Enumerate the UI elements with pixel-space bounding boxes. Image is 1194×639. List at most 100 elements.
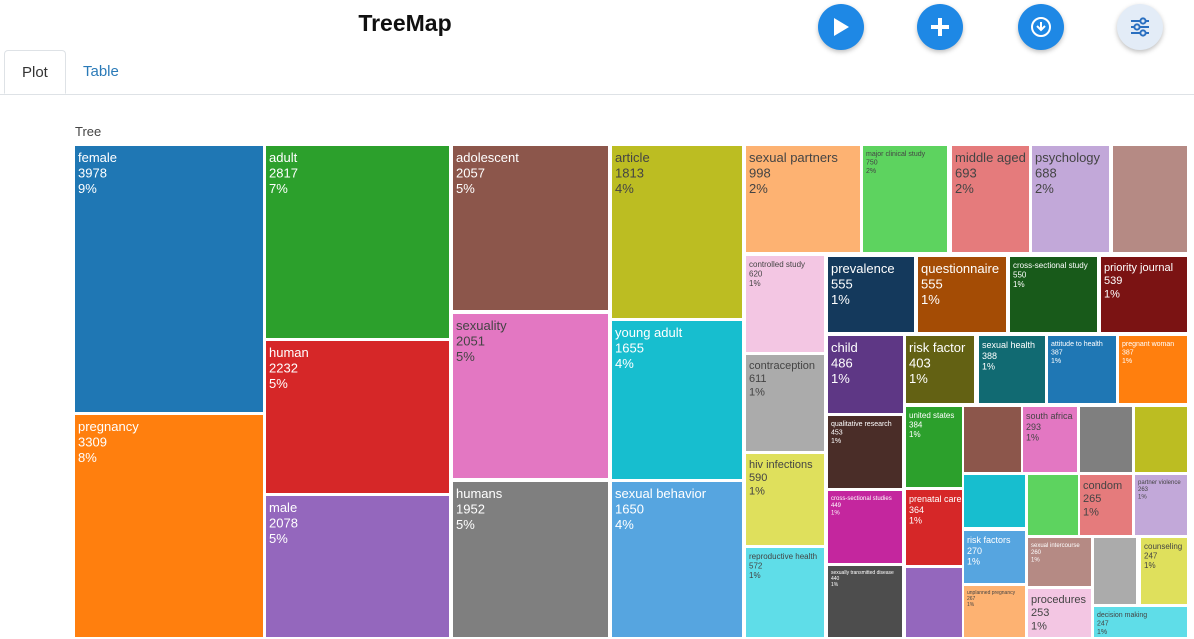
- treemap-tile-unlabeled[interactable]: [964, 475, 1025, 527]
- treemap-tile-percent: 1%: [967, 557, 980, 567]
- treemap-tile-controlled-study[interactable]: controlled study6201%: [746, 256, 824, 352]
- treemap-tile-label: sexuality: [456, 318, 507, 333]
- treemap-tile-rect: [964, 407, 1021, 472]
- treemap-tile-young-adult[interactable]: young adult16554%: [612, 321, 742, 479]
- treemap-tile-label: female: [78, 150, 117, 165]
- treemap-tile-human[interactable]: human22325%: [266, 341, 449, 493]
- treemap-tile-rect: [906, 568, 962, 637]
- treemap-tile-sexual-partners[interactable]: sexual partners9982%: [746, 146, 860, 252]
- treemap-tile-middle-aged[interactable]: middle aged6932%: [952, 146, 1029, 252]
- treemap-tile-cross-sectional-study[interactable]: cross-sectional study5501%: [1010, 257, 1097, 332]
- treemap-tile-value: 2078: [269, 516, 298, 531]
- treemap-tile-value: 3309: [78, 435, 107, 450]
- treemap-tile-sexually-transmitted-disease[interactable]: sexually transmitted disease4401%: [828, 566, 902, 637]
- treemap-tile-value: 590: [749, 472, 767, 484]
- treemap-tile-united-states[interactable]: united states3841%: [906, 407, 962, 487]
- treemap-tile-label: counseling: [1144, 542, 1182, 551]
- treemap-tile-rect: [75, 146, 263, 412]
- treemap-tile-value: 449: [831, 503, 842, 509]
- treemap-tile-rect: [1113, 146, 1187, 252]
- treemap-tile-percent: 1%: [909, 430, 921, 439]
- treemap-tile-label: sexually transmitted disease: [831, 570, 894, 576]
- treemap-tile-percent: 1%: [1083, 506, 1099, 518]
- treemap-tile-risk-factor[interactable]: risk factor4031%: [906, 336, 974, 403]
- treemap-tile-value: 2051: [456, 334, 485, 349]
- treemap-tile-label: partner violence: [1138, 480, 1181, 486]
- treemap-tile-unplanned-pregnancy[interactable]: unplanned pregnancy2671%: [964, 586, 1025, 637]
- treemap-tile-unlabeled[interactable]: [964, 407, 1021, 472]
- treemap-tile-percent: 1%: [749, 279, 761, 288]
- treemap-tile-sexuality[interactable]: sexuality20515%: [453, 314, 608, 478]
- treemap-tile-label: prevalence: [831, 261, 895, 276]
- treemap-tile-pregnancy[interactable]: pregnancy33098%: [75, 415, 263, 637]
- treemap-tile-sexual-intercourse[interactable]: sexual intercourse2601%: [1028, 538, 1091, 586]
- treemap-tile-label: contraception: [749, 360, 815, 372]
- treemap-tile-unlabeled[interactable]: [1113, 146, 1187, 252]
- treemap-tile-label: young adult: [615, 325, 683, 340]
- treemap-tile-unlabeled[interactable]: [1135, 407, 1187, 472]
- treemap-tile-percent: 1%: [831, 371, 850, 386]
- treemap-tile-sexual-health[interactable]: sexual health3881%: [979, 336, 1045, 403]
- treemap-tile-value: 364: [909, 505, 924, 515]
- treemap-tile-value: 260: [1031, 550, 1042, 556]
- treemap-tile-article[interactable]: article18134%: [612, 146, 742, 318]
- treemap-tile-label: cross-sectional studies: [831, 496, 892, 502]
- treemap-tile-attitude-to-health[interactable]: attitude to health387 1%: [1048, 336, 1116, 403]
- treemap-tile-value: 693: [955, 166, 977, 181]
- treemap-tile-prevalence[interactable]: prevalence5551%: [828, 257, 914, 332]
- treemap-tile-procedures[interactable]: procedures2531%: [1028, 589, 1091, 637]
- treemap-tile-percent: 5%: [269, 531, 288, 546]
- treemap-tile-percent: 1%: [909, 516, 922, 526]
- treemap-tile-decision-making[interactable]: decision making247 1%: [1094, 607, 1187, 637]
- treemap-tile-percent: 1%: [749, 386, 765, 398]
- treemap-tile-unlabeled[interactable]: [1028, 475, 1078, 535]
- treemap-tile-child[interactable]: child4861%: [828, 336, 903, 413]
- treemap-tile-major-clinical-study[interactable]: major clinical study750 2%: [863, 146, 947, 252]
- treemap-tile-prenatal-care[interactable]: prenatal care3641%: [906, 490, 962, 565]
- treemap-tile-adolescent[interactable]: adolescent20575%: [453, 146, 608, 310]
- treemap-tile-south-africa[interactable]: south africa2931%: [1023, 407, 1077, 472]
- treemap-tile-percent: 9%: [78, 181, 97, 196]
- treemap-tile-value: 2057: [456, 166, 485, 181]
- treemap-tile-contraception[interactable]: contraception6111%: [746, 355, 824, 451]
- treemap-tile-value: 265: [1083, 493, 1101, 505]
- treemap-tile-female[interactable]: female39789%: [75, 146, 263, 412]
- treemap-tile-percent: 4%: [615, 181, 634, 196]
- treemap-tile-value: 572: [749, 562, 763, 571]
- treemap-tile-counseling[interactable]: counseling2471%: [1141, 538, 1187, 604]
- treemap-tile-unlabeled[interactable]: [1094, 538, 1136, 604]
- treemap-tile-sexual-behavior[interactable]: sexual behavior16504%: [612, 482, 742, 637]
- treemap-tile-percent: 5%: [456, 181, 475, 196]
- treemap-tile-adult[interactable]: adult28177%: [266, 146, 449, 338]
- treemap-tile-value: 1655: [615, 341, 644, 356]
- treemap-tile-percent: 1%: [749, 571, 761, 580]
- treemap-tile-value: 2817: [269, 166, 298, 181]
- treemap-tile-percent: 1%: [1051, 358, 1061, 365]
- treemap-tile-hiv-infections[interactable]: hiv infections5901%: [746, 454, 824, 545]
- treemap-tile-psychology[interactable]: psychology6882%: [1032, 146, 1109, 252]
- treemap-tile-partner-violence[interactable]: partner violence2631%: [1135, 475, 1187, 535]
- treemap-tile-percent: 1%: [909, 371, 928, 386]
- treemap-tile-percent: 1%: [1013, 280, 1025, 289]
- treemap-tile-qualitative-research[interactable]: qualitative research453 1%: [828, 416, 902, 488]
- treemap-tile-percent: 1%: [1122, 358, 1132, 365]
- treemap-tile-reproductive-health[interactable]: reproductive health5721%: [746, 548, 824, 637]
- treemap-tile-label: attitude to health: [1051, 341, 1103, 348]
- treemap-tile-condom[interactable]: condom2651%: [1080, 475, 1132, 535]
- treemap-tile-cross-sectional-studies[interactable]: cross-sectional studies4491%: [828, 491, 902, 563]
- treemap-tile-priority-journal[interactable]: priority journal5391%: [1101, 257, 1187, 332]
- treemap-tile-percent: 1%: [1031, 620, 1047, 632]
- treemap-tile-humans[interactable]: humans19525%: [453, 482, 608, 637]
- treemap-tile-value: 750: [866, 159, 878, 166]
- treemap-tile-percent: 5%: [269, 376, 288, 391]
- treemap-tile-unlabeled[interactable]: [1080, 407, 1132, 472]
- treemap-tile-percent: 1%: [1138, 494, 1147, 500]
- treemap-tile-risk-factors[interactable]: risk factors2701%: [964, 531, 1025, 583]
- treemap-tile-male[interactable]: male20785%: [266, 496, 449, 637]
- treemap-tile-label: priority journal: [1104, 262, 1173, 274]
- treemap-tile-unlabeled[interactable]: [906, 568, 962, 637]
- treemap-tile-value: 688: [1035, 166, 1057, 181]
- treemap-tile-percent: 2%: [1035, 181, 1054, 196]
- treemap-tile-questionnaire[interactable]: questionnaire5551%: [918, 257, 1006, 332]
- treemap-tile-pregnant-woman[interactable]: pregnant woman387 1%: [1119, 336, 1187, 403]
